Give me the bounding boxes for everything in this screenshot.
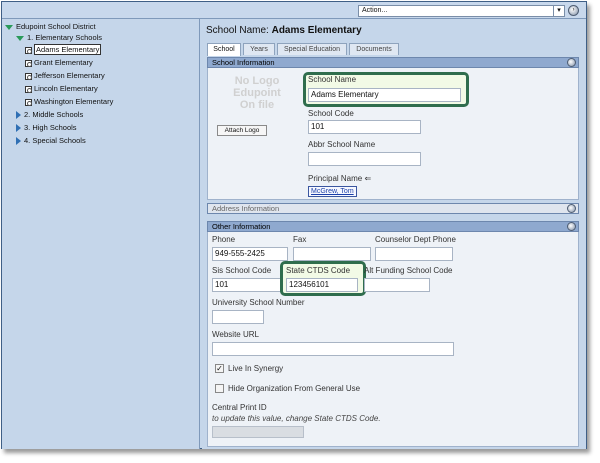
page-title-prefix: School Name: <box>206 25 269 36</box>
live-in-synergy-label: Live In Synergy <box>228 364 284 373</box>
alt-funding-code-label: Alt Funding School Code <box>364 266 453 275</box>
section-title: Other Information <box>212 222 271 231</box>
tree-item-grant[interactable]: Grant Elementary <box>25 58 93 68</box>
state-ctds-code-input[interactable]: 123456101 <box>286 278 358 292</box>
expand-down-icon[interactable] <box>16 35 24 41</box>
central-print-id-field <box>212 426 304 438</box>
expand-down-icon[interactable] <box>5 24 13 30</box>
top-toolbar: Action... ▾ › <box>2 2 586 19</box>
expand-right-icon[interactable] <box>16 137 21 146</box>
university-school-number-input[interactable] <box>212 310 264 324</box>
school-name-label: School Name <box>308 75 357 84</box>
fax-input[interactable] <box>293 247 371 261</box>
tree-root-label: Edupoint School District <box>16 22 96 31</box>
tree-item-washington[interactable]: Washington Elementary <box>25 97 113 107</box>
website-url-input[interactable] <box>212 342 454 356</box>
logo-text-2: Edupoint <box>233 87 281 99</box>
school-name-input[interactable]: Adams Elementary <box>308 88 461 102</box>
page-title-name: Adams Elementary <box>271 25 362 36</box>
tree-group-label: 4. Special Schools <box>24 136 86 145</box>
tree-item-adams[interactable]: Adams Elementary <box>25 44 102 55</box>
chevron-down-icon[interactable]: ▾ <box>553 6 564 16</box>
school-info-header[interactable]: School Information <box>207 57 579 68</box>
arrow-left-icon[interactable]: ⇐ <box>364 174 371 183</box>
collapse-icon[interactable] <box>567 222 576 231</box>
school-info-body: No Logo Edupoint On file Attach Logo Sch… <box>207 68 579 200</box>
state-ctds-code-label: State CTDS Code <box>286 266 351 275</box>
tree-group-high[interactable]: 3. High Schools <box>16 123 77 133</box>
tree-group-label: 2. Middle Schools <box>24 110 84 119</box>
principal-link[interactable]: McGrew, Tom <box>308 186 357 197</box>
section-title: School Information <box>212 58 275 67</box>
page-title: School Name: Adams Elementary <box>206 25 362 36</box>
website-url-label: Website URL <box>212 330 259 339</box>
principal-label-text: Principal Name <box>308 174 363 183</box>
tree-item-jefferson[interactable]: Jefferson Elementary <box>25 71 105 81</box>
hide-organization-checkbox[interactable] <box>215 384 224 393</box>
school-icon <box>25 59 32 67</box>
sis-school-code-label: Sis School Code <box>212 266 272 275</box>
tree-group-special[interactable]: 4. Special Schools <box>16 136 86 146</box>
alt-funding-code-input[interactable] <box>364 278 430 292</box>
tree-item-label: Jefferson Elementary <box>34 71 105 80</box>
central-print-id-label: Central Print ID <box>212 403 267 412</box>
school-icon <box>25 46 32 54</box>
school-icon <box>25 85 32 93</box>
other-info-header[interactable]: Other Information <box>207 221 579 232</box>
tree-group-elementary[interactable]: 1. Elementary Schools <box>16 33 102 43</box>
detail-panel: School Name: Adams Elementary School Yea… <box>202 19 586 449</box>
school-code-input[interactable]: 101 <box>308 120 421 134</box>
tree-item-label: Grant Elementary <box>34 58 93 67</box>
school-icon <box>25 72 32 80</box>
expand-icon[interactable] <box>567 204 576 213</box>
tree-group-middle[interactable]: 2. Middle Schools <box>16 110 83 120</box>
tab-years[interactable]: Years <box>243 43 275 55</box>
tab-school[interactable]: School <box>207 43 241 56</box>
counselor-phone-label: Counselor Dept Phone <box>375 235 456 244</box>
app-window: Action... ▾ › Edupoint School District 1… <box>1 1 587 449</box>
tree-root[interactable]: Edupoint School District <box>5 22 96 32</box>
navigation-tree: Edupoint School District 1. Elementary S… <box>2 19 200 449</box>
abbr-school-name-label: Abbr School Name <box>308 140 376 149</box>
phone-input[interactable]: 949-555-2425 <box>212 247 288 261</box>
fax-label: Fax <box>293 235 307 244</box>
tab-documents[interactable]: Documents <box>349 43 399 55</box>
counselor-phone-input[interactable] <box>375 247 453 261</box>
sis-school-code-input[interactable]: 101 <box>212 278 282 292</box>
tab-special-education[interactable]: Special Education <box>277 43 347 55</box>
tree-item-label: Lincoln Elementary <box>34 84 98 93</box>
action-dropdown[interactable]: Action... ▾ <box>358 5 565 17</box>
expand-right-icon[interactable] <box>16 111 21 120</box>
logo-text-1: No Logo <box>234 75 280 87</box>
other-info-body: Phone 949-555-2425 Fax Counselor Dept Ph… <box>207 232 579 447</box>
collapse-icon[interactable] <box>567 58 576 67</box>
expand-right-icon[interactable] <box>16 124 21 133</box>
tree-group-label: 1. Elementary Schools <box>27 33 103 42</box>
logo-text-3: On file <box>239 99 275 111</box>
address-info-header[interactable]: Address Information <box>207 203 579 214</box>
logo-placeholder: No Logo Edupoint On file <box>213 72 301 122</box>
live-in-synergy-checkbox[interactable]: ✓ <box>215 364 224 373</box>
tree-group-label: 3. High Schools <box>24 123 77 132</box>
phone-label: Phone <box>212 235 236 244</box>
abbr-school-name-input[interactable] <box>308 152 421 166</box>
tree-item-lincoln[interactable]: Lincoln Elementary <box>25 84 98 94</box>
university-school-number-label: University School Number <box>212 298 305 307</box>
school-code-label: School Code <box>308 109 354 118</box>
section-title: Address Information <box>212 204 280 213</box>
tree-item-label: Washington Elementary <box>34 97 114 106</box>
attach-logo-button[interactable]: Attach Logo <box>217 125 267 136</box>
go-icon[interactable]: › <box>568 5 579 16</box>
tree-item-label: Adams Elementary <box>34 44 102 55</box>
school-icon <box>25 98 32 106</box>
action-dropdown-label: Action... <box>362 7 388 14</box>
hide-organization-label: Hide Organization From General Use <box>228 384 361 393</box>
principal-name-label: Principal Name ⇐ <box>308 174 371 183</box>
central-print-id-hint: to update this value, change State CTDS … <box>212 414 381 423</box>
